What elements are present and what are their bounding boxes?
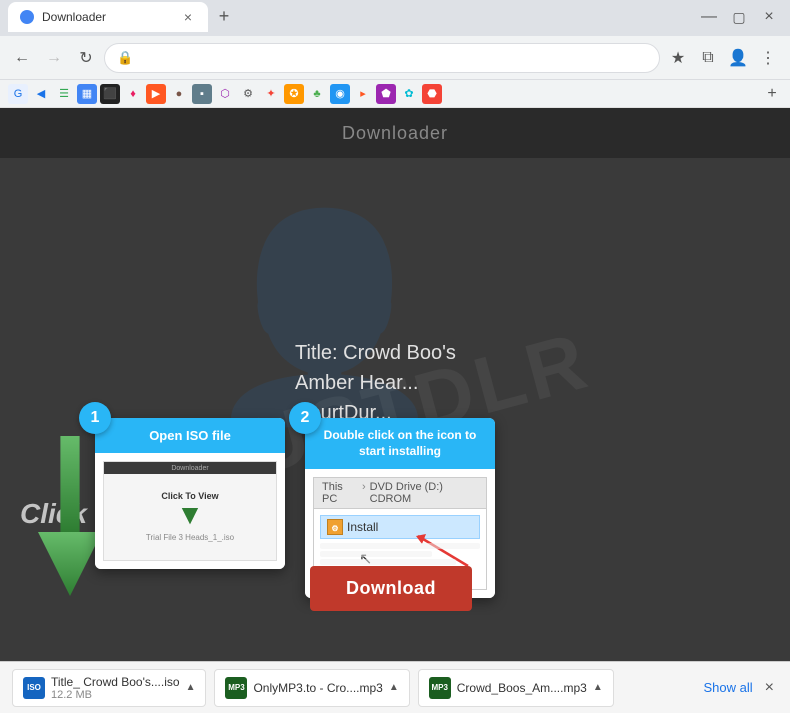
iso-filename: Trial File 3 Heads_1_.iso [146, 533, 234, 542]
profile-button[interactable]: 👤 [724, 44, 752, 72]
download-item-2-icon-label: MP3 [228, 683, 244, 692]
download-item-1-icon-label: ISO [27, 683, 41, 692]
explorer-path2: DVD Drive (D:) CDROM [370, 481, 478, 505]
tab-label: Downloader [42, 10, 106, 24]
extensions-bar: G ◀ ☰ ▦ ⬛ ♦ ▶ ● ▪ ⬡ ⚙ ✦ ✪ ♣ ◉ ▸ ⬟ ✿ ⬣ + [0, 80, 790, 108]
download-item-3-chevron[interactable]: ▲ [593, 682, 603, 693]
iso-arrow-icon: ▼ [176, 501, 204, 529]
ext-7[interactable]: ● [169, 84, 189, 104]
ext-settings[interactable]: ⚙ [238, 84, 258, 104]
app-title: Downloader [342, 123, 448, 144]
forward-button[interactable]: → [40, 44, 68, 72]
split-button[interactable]: ⧉ [694, 44, 722, 72]
ext-4[interactable]: ⬛ [100, 84, 120, 104]
download-item-3[interactable]: MP3 Crowd_Boos_Am....mp3 ▲ [418, 669, 614, 707]
download-item-1-size: 12.2 MB [51, 689, 180, 701]
ext-15[interactable]: ⬟ [376, 84, 396, 104]
ext-6[interactable]: ▶ [146, 84, 166, 104]
back-button[interactable]: ← [8, 44, 36, 72]
ext-14[interactable]: ▸ [353, 84, 373, 104]
explorer-header: This PC › DVD Drive (D:) CDROM [314, 478, 486, 509]
download-bar: ISO Title_ Crowd Boo's....iso 12.2 MB ▲ … [0, 661, 790, 713]
ext-11[interactable]: ✪ [284, 84, 304, 104]
ext-google[interactable]: G [8, 84, 28, 104]
install-file-icon: ⚙ [327, 519, 343, 535]
nav-bar: ← → ↻ 🔒 ★ ⧉ 👤 ⋮ [0, 36, 790, 80]
ext-add[interactable]: + [762, 84, 782, 104]
ext-17[interactable]: ⬣ [422, 84, 442, 104]
lock-icon: 🔒 [117, 50, 133, 66]
title-line1: Title: Crowd Boo's [295, 338, 456, 368]
download-button-wrapper: Download [310, 566, 472, 611]
ext-2[interactable]: ☰ [54, 84, 74, 104]
download-item-3-icon-label: MP3 [432, 683, 448, 692]
download-item-1-info: Title_ Crowd Boo's....iso 12.2 MB [51, 675, 180, 701]
ext-9[interactable]: ⬡ [215, 84, 235, 104]
download-item-1-chevron[interactable]: ▲ [186, 682, 196, 693]
download-item-2-chevron[interactable]: ▲ [389, 682, 399, 693]
step-badge-2: 2 [289, 402, 321, 434]
address-bar[interactable]: 🔒 [104, 43, 660, 73]
ext-5[interactable]: ♦ [123, 84, 143, 104]
app-header: Downloader [0, 108, 790, 158]
minimize-button[interactable]: — [696, 4, 722, 30]
download-item-1[interactable]: ISO Title_ Crowd Boo's....iso 12.2 MB ▲ [12, 669, 206, 707]
tab-bar: Downloader × + — ▢ × [0, 0, 790, 36]
ext-13[interactable]: ◉ [330, 84, 350, 104]
download-item-1-name: Title_ Crowd Boo's....iso [51, 675, 180, 689]
new-tab-button[interactable]: + [210, 2, 238, 30]
explorer-sep1: › [362, 481, 366, 505]
card-2-header: Double click on the icon to start instal… [305, 418, 495, 469]
download-item-3-name: Crowd_Boos_Am....mp3 [457, 681, 587, 695]
show-all-button[interactable]: Show all [704, 680, 753, 695]
ext-1[interactable]: ◀ [31, 84, 51, 104]
close-window-button[interactable]: × [756, 4, 782, 30]
download-bar-close-button[interactable]: × [761, 675, 778, 701]
page-content: Downloader JUSTDLR 👤 Click To View [0, 108, 790, 661]
download-item-2[interactable]: MP3 OnlyMP3.to - Cro....mp3 ▲ [214, 669, 409, 707]
svg-text:⚙: ⚙ [331, 524, 338, 533]
ext-3[interactable]: ▦ [77, 84, 97, 104]
iso-preview[interactable]: Downloader Click To View ▼ Trial File 3 … [103, 461, 277, 561]
nav-right: ★ ⧉ 👤 ⋮ [664, 44, 782, 72]
title-line2: Amber Hear... [295, 368, 456, 398]
explorer-path1: This PC [322, 481, 358, 505]
ext-12[interactable]: ♣ [307, 84, 327, 104]
tutorial-card-1: 1 Open ISO file Downloader Click To View… [95, 418, 285, 569]
download-item-2-info: OnlyMP3.to - Cro....mp3 [253, 681, 382, 695]
download-item-2-name: OnlyMP3.to - Cro....mp3 [253, 681, 382, 695]
restore-button[interactable]: ▢ [726, 4, 752, 30]
download-button[interactable]: Download [310, 566, 472, 611]
card-1-header: Open ISO file [95, 418, 285, 453]
refresh-button[interactable]: ↻ [72, 44, 100, 72]
tab-close-button[interactable]: × [180, 9, 196, 25]
ext-10[interactable]: ✦ [261, 84, 281, 104]
step-badge-1: 1 [79, 402, 111, 434]
download-item-1-icon: ISO [23, 677, 45, 699]
download-item-3-icon: MP3 [429, 677, 451, 699]
card-1-body: Downloader Click To View ▼ Trial File 3 … [95, 453, 285, 569]
main-area: JUSTDLR 👤 Click To View [0, 158, 790, 661]
download-item-3-info: Crowd_Boos_Am....mp3 [457, 681, 587, 695]
bookmark-button[interactable]: ★ [664, 44, 692, 72]
active-tab[interactable]: Downloader × [8, 2, 208, 32]
browser-frame: Downloader × + — ▢ × ← → ↻ 🔒 ★ ⧉ 👤 ⋮ G ◀ [0, 0, 790, 713]
ext-16[interactable]: ✿ [399, 84, 419, 104]
menu-button[interactable]: ⋮ [754, 44, 782, 72]
install-label: Install [347, 520, 378, 534]
tab-favicon [20, 10, 34, 24]
download-item-2-icon: MP3 [225, 677, 247, 699]
ext-8[interactable]: ▪ [192, 84, 212, 104]
